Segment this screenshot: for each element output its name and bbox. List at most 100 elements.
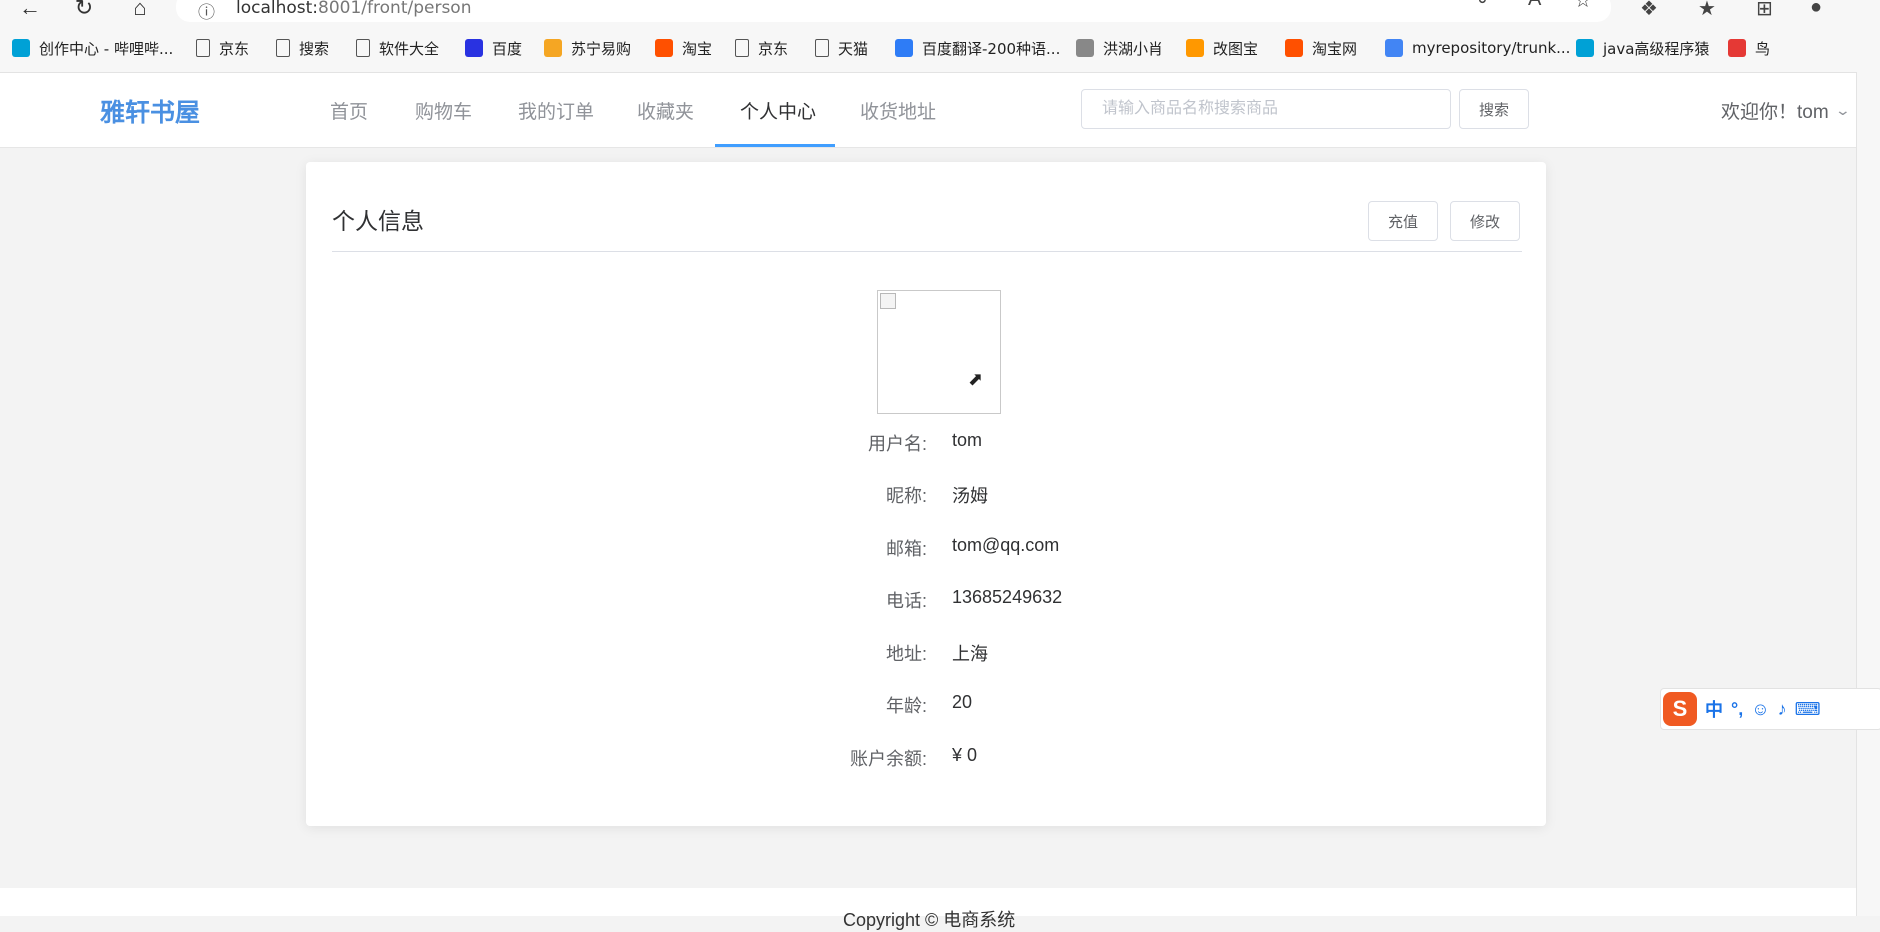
bilibili-icon <box>1576 39 1594 57</box>
bookmark-item[interactable]: 苏宁易购 <box>544 38 631 58</box>
suning-icon <box>544 39 562 57</box>
taobao-icon <box>1285 39 1303 57</box>
bookmark-label: 百度 <box>492 39 523 58</box>
bookmark-label: 软件大全 <box>379 39 440 58</box>
page-icon <box>196 39 210 57</box>
copyright-text: Copyright © 电商系统 <box>843 910 1016 930</box>
ime-toolbar[interactable]: S 中 °, ☺ ♪ ⌨ <box>1660 688 1880 730</box>
bookmark-label: 京东 <box>758 39 789 58</box>
emoji-icon[interactable]: ☺ <box>1751 699 1769 720</box>
profile-card: 个人信息 充值 修改 ⬈ 用户名: tom 昵称: 汤姆 邮箱: tom@qq.… <box>306 162 1546 826</box>
page-icon <box>815 39 829 57</box>
search-button[interactable]: 搜索 <box>1459 89 1529 129</box>
address-label: 地址: <box>885 644 927 664</box>
ime-punctuation[interactable]: °, <box>1731 699 1743 720</box>
home-icon[interactable]: ⌂ <box>126 0 154 22</box>
bookmark-item[interactable]: 京东 <box>735 38 788 58</box>
bookmark-label: 苏宁易购 <box>571 39 632 58</box>
menu-item-cart[interactable]: 购物车 <box>415 97 472 124</box>
nickname-value: 汤姆 <box>952 486 988 506</box>
bookmark-item[interactable]: 鸟 <box>1728 38 1770 58</box>
bird-icon <box>1728 39 1746 57</box>
bookmark-label: 创作中心 - 哔哩哔... <box>39 39 174 58</box>
gaitubao-icon <box>1186 39 1204 57</box>
menu-item-favorites[interactable]: 收藏夹 <box>637 97 694 124</box>
bilibili-icon <box>12 39 30 57</box>
bookmark-label: 京东 <box>219 39 250 58</box>
bookmarks-bar: 创作中心 - 哔哩哔... 京东 搜索 软件大全 百度 苏宁易购 淘宝 京东 天猫 百度翻译-20… <box>0 24 1880 73</box>
profile-avatar-icon[interactable]: ● <box>1810 0 1822 19</box>
back-icon[interactable]: ← <box>16 0 44 22</box>
avatar[interactable] <box>877 290 1001 414</box>
recharge-button[interactable]: 充值 <box>1368 201 1438 241</box>
add-favorite-icon[interactable]: ☆ <box>1574 0 1592 13</box>
address-value: 上海 <box>952 644 988 664</box>
bookmark-item[interactable]: myrepository/trunk... <box>1385 38 1570 58</box>
age-value: 20 <box>952 692 973 712</box>
search-input[interactable] <box>1081 89 1451 129</box>
edit-button[interactable]: 修改 <box>1450 201 1520 241</box>
bookmark-item[interactable]: 淘宝网 <box>1285 38 1357 58</box>
chevron-down-icon: ⌄ <box>1834 102 1851 118</box>
menu-item-home[interactable]: 首页 <box>330 97 368 124</box>
menu-item-address[interactable]: 收货地址 <box>860 97 936 124</box>
active-menu-indicator <box>715 144 835 147</box>
bookmark-item[interactable]: 洪湖小肖 <box>1076 38 1163 58</box>
baidu-icon <box>465 39 483 57</box>
welcome-text: 欢迎你！tom <box>1721 102 1829 123</box>
bookmark-label: myrepository/trunk... <box>1412 39 1571 57</box>
taobao-icon <box>655 39 673 57</box>
bookmark-item[interactable]: 改图宝 <box>1186 38 1258 58</box>
title-divider <box>332 251 1522 252</box>
age-label: 年龄: <box>885 696 927 716</box>
key-icon[interactable]: ⚬ <box>1474 0 1491 13</box>
browser-address-bar: ← ↻ ⌂ ⓘ localhost:8001/front/person ⚬ A … <box>0 0 1880 24</box>
bookmark-label: 改图宝 <box>1213 39 1259 58</box>
balance-label: 账户余额: <box>849 749 927 769</box>
bookmark-item[interactable]: 京东 <box>196 38 249 58</box>
microphone-icon[interactable]: ♪ <box>1778 699 1787 720</box>
balance-value: ¥ 0 <box>952 745 978 765</box>
site-info-icon[interactable]: ⓘ <box>198 0 215 23</box>
email-value: tom@qq.com <box>952 535 1060 555</box>
menu-item-orders[interactable]: 我的订单 <box>518 97 594 124</box>
bookmark-item[interactable]: 软件大全 <box>356 38 439 58</box>
browser-sidebar <box>1856 72 1880 916</box>
bookmark-label: 鸟 <box>1755 39 1771 58</box>
nickname-label: 昵称: <box>885 486 927 506</box>
url-host: localhost: <box>236 0 319 18</box>
phone-value: 13685249632 <box>952 587 1063 607</box>
bookmark-label: 淘宝网 <box>1312 39 1358 58</box>
bookmark-item[interactable]: java高级程序猿 <box>1576 38 1709 58</box>
ime-mode[interactable]: 中 <box>1705 696 1723 722</box>
bookmark-item[interactable]: 淘宝 <box>655 38 712 58</box>
site-logo[interactable]: 雅轩书屋 <box>100 93 200 129</box>
bookmark-label: 搜索 <box>299 39 330 58</box>
phone-label: 电话: <box>885 591 927 611</box>
url-field[interactable]: ⓘ localhost:8001/front/person ⚬ A ☆ <box>176 0 1611 22</box>
bookmark-item[interactable]: 创作中心 - 哔哩哔... <box>12 38 173 58</box>
favorites-icon[interactable]: ★ <box>1698 0 1716 21</box>
site-header: 雅轩书屋 首页 购物车 我的订单 收藏夹 个人中心 收货地址 搜索 欢迎你！to… <box>0 73 1856 148</box>
read-aloud-icon[interactable]: A <box>1528 0 1541 11</box>
page-title: 个人信息 <box>332 208 424 234</box>
bookmark-label: 洪湖小肖 <box>1103 39 1164 58</box>
bookmark-item[interactable]: 百度翻译-200种语... <box>895 38 1060 58</box>
menu-item-personal-center[interactable]: 个人中心 <box>740 97 816 124</box>
page-icon <box>276 39 290 57</box>
refresh-icon[interactable]: ↻ <box>70 0 98 22</box>
bookmark-item[interactable]: 百度 <box>465 38 522 58</box>
user-dropdown[interactable]: 欢迎你！tom ⌄ <box>1721 97 1851 124</box>
broken-image-icon <box>880 293 896 309</box>
collections-icon[interactable]: ⊞ <box>1756 0 1773 21</box>
bookmark-item[interactable]: 天猫 <box>815 38 868 58</box>
keyboard-icon[interactable]: ⌨ <box>1795 699 1821 720</box>
bookmark-label: java高级程序猿 <box>1603 39 1710 58</box>
extensions-icon[interactable]: ❖ <box>1640 0 1658 21</box>
bookmark-item[interactable]: 搜索 <box>276 38 329 58</box>
bookmark-label: 百度翻译-200种语... <box>922 39 1061 58</box>
page-icon <box>356 39 370 57</box>
chrome-icon <box>1385 39 1403 57</box>
email-label: 邮箱: <box>885 539 927 559</box>
page-icon <box>735 39 749 57</box>
